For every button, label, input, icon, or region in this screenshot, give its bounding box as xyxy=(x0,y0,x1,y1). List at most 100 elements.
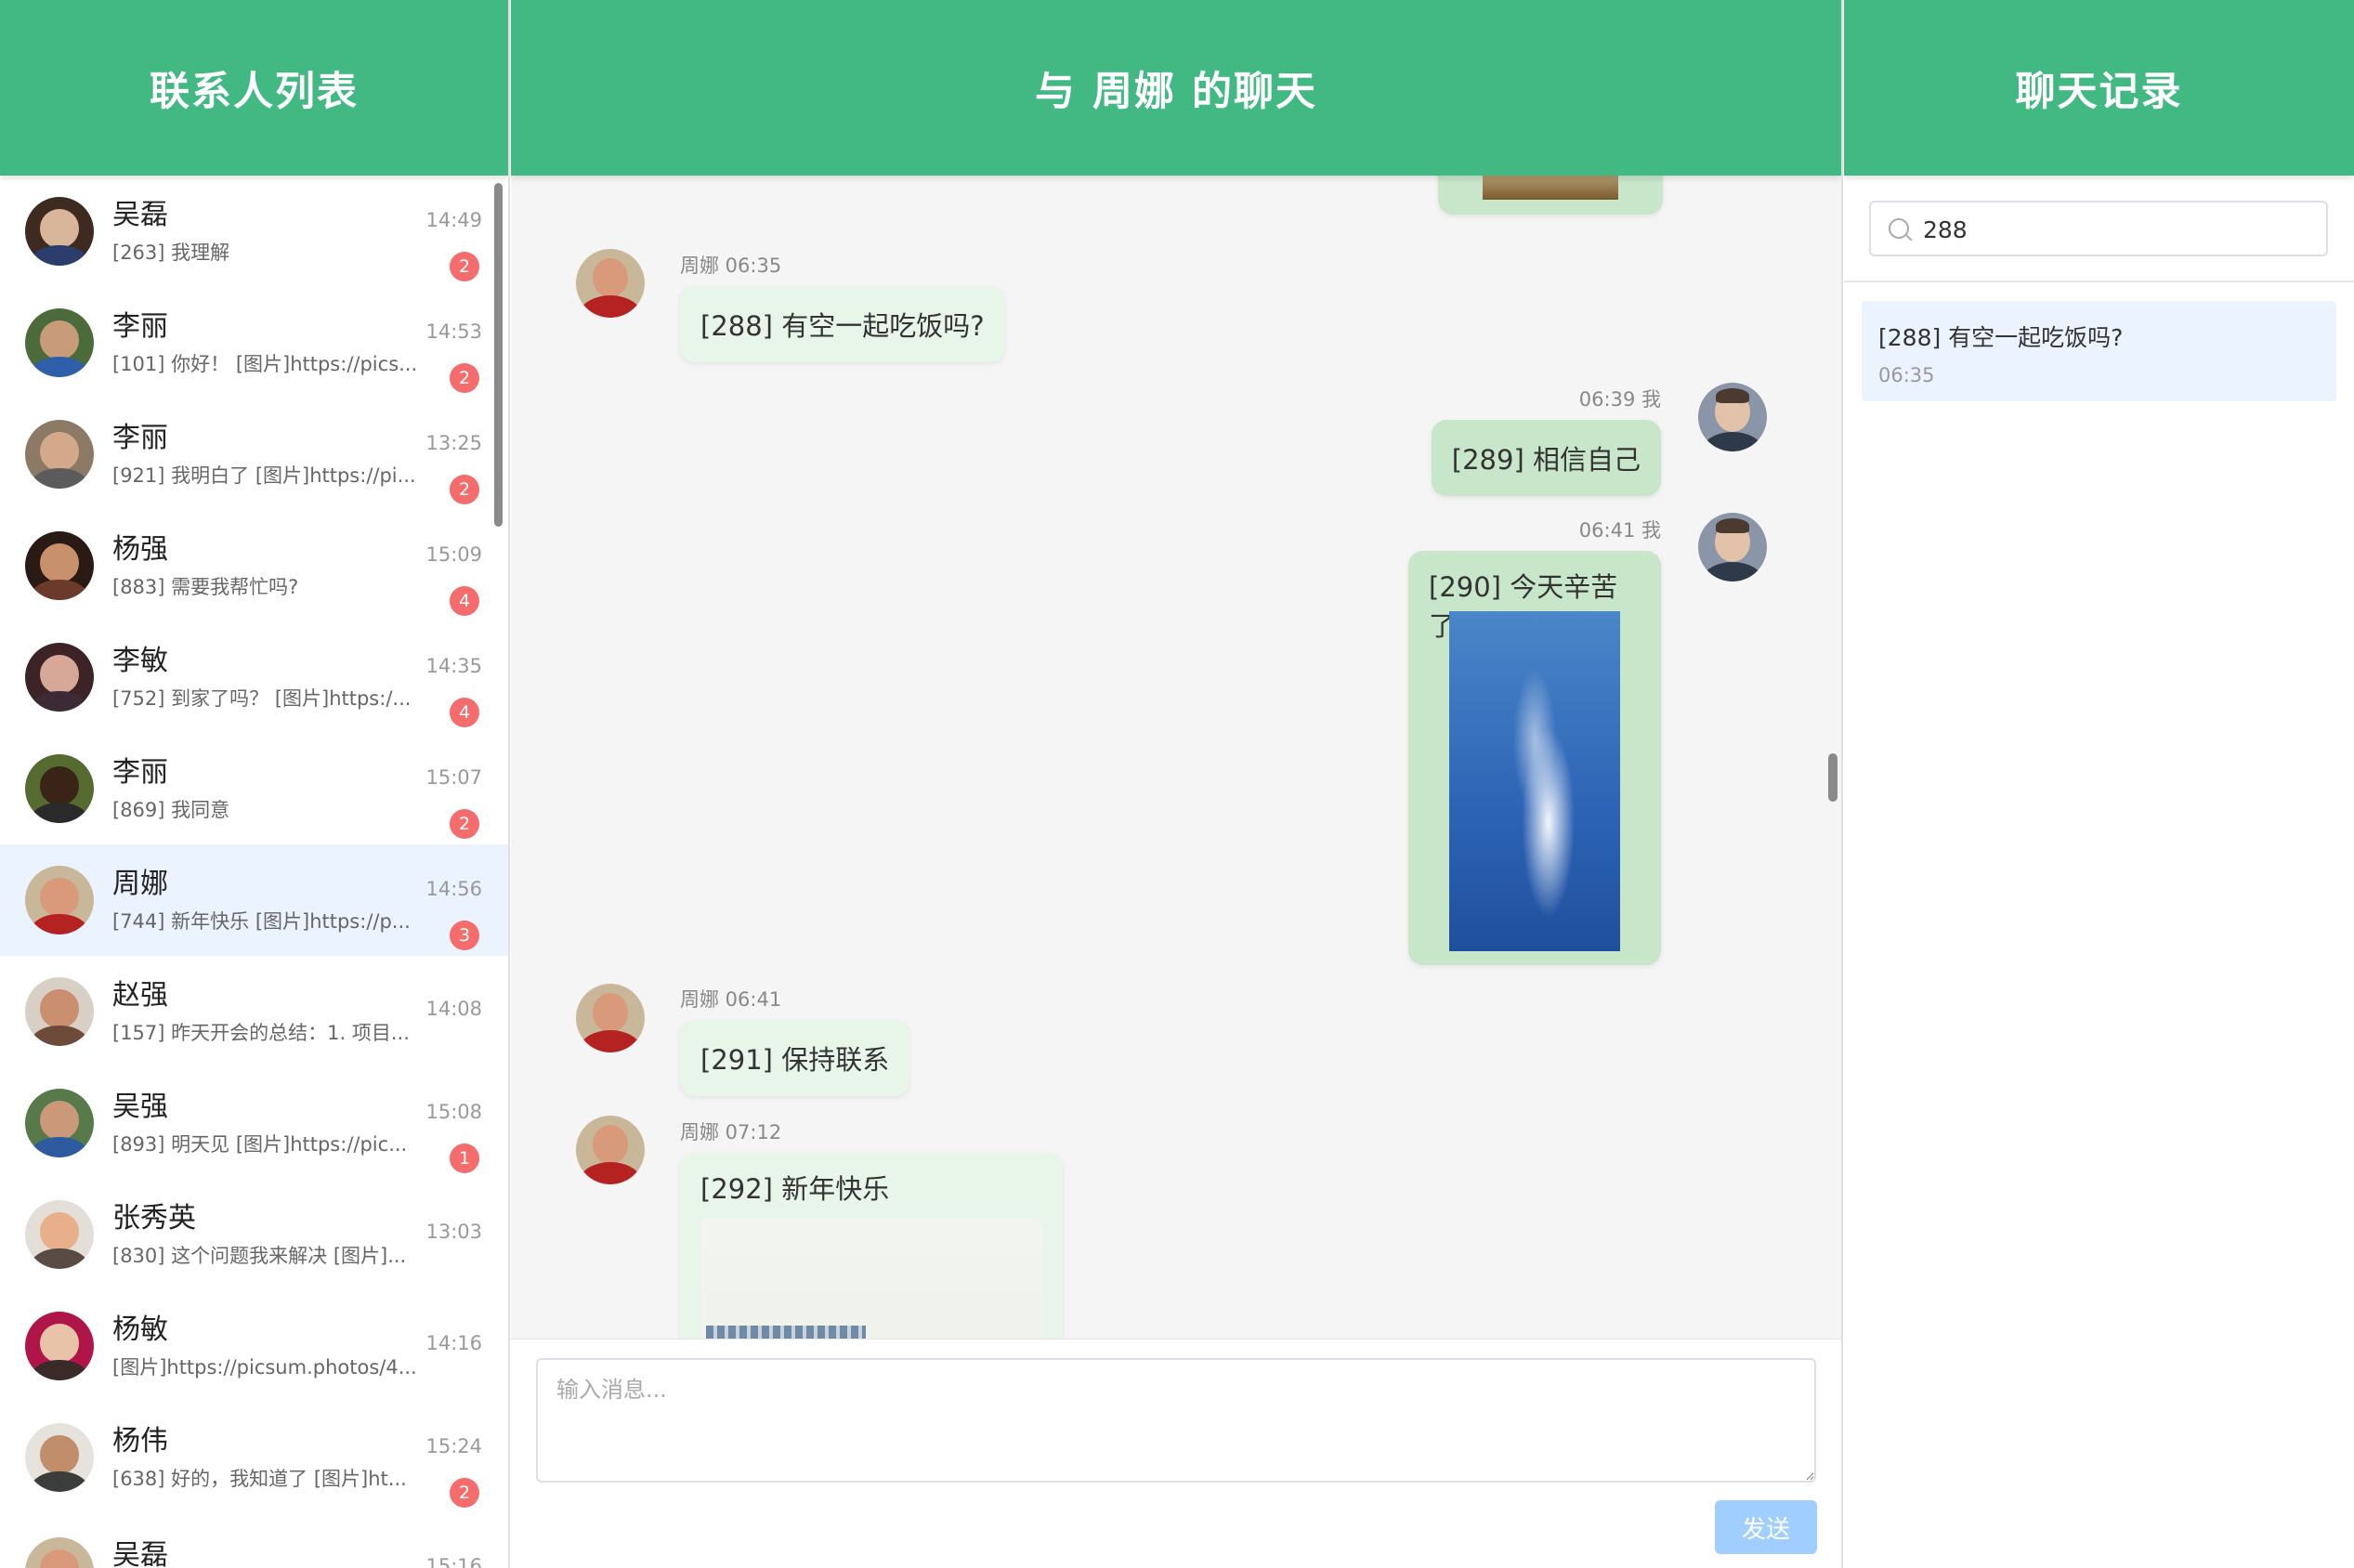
message-288: 周娜 06:35 [288] 有空一起吃饭吗? xyxy=(680,251,1005,362)
contact-item[interactable]: 杨强 [883] 需要我帮忙吗? 15:09 4 xyxy=(0,510,508,621)
contact-item[interactable]: 李丽 [869] 我同意 15:07 2 xyxy=(0,733,508,844)
contact-item[interactable]: 李丽 [921] 我明白了 [图片]https://pi... 13:25 2 xyxy=(0,399,508,510)
contact-avatar xyxy=(25,866,94,934)
contact-item[interactable]: 张秀英 [830] 这个问题我来解决 [图片]... 13:03 xyxy=(0,1179,508,1290)
contact-time: 14:56 xyxy=(425,878,482,900)
message-291: 周娜 06:41 [291] 保持联系 xyxy=(680,985,910,1096)
avatar-face xyxy=(40,209,79,248)
contact-item[interactable]: 吴强 [893] 明天见 [图片]https://pic... 15:08 1 xyxy=(0,1067,508,1179)
contact-avatar xyxy=(25,308,94,377)
contact-item[interactable]: 周娜 [744] 新年快乐 [图片]https://p... 14:56 3 xyxy=(0,844,508,956)
avatar-face xyxy=(40,766,79,805)
contact-info: 杨强 [883] 需要我帮忙吗? xyxy=(112,531,419,600)
message-image[interactable] xyxy=(700,1218,1042,1339)
avatar-body xyxy=(29,467,90,489)
contact-item[interactable]: 吴磊 [263] 我理解 14:49 2 xyxy=(0,176,508,287)
avatar-body xyxy=(29,1470,90,1492)
history-search-input[interactable] xyxy=(1923,210,2313,249)
message-292: 周娜 07:12 [292] 新年快乐 xyxy=(680,1117,1063,1339)
contact-last-message: [638] 好的，我知道了 [图片]ht... xyxy=(112,1468,407,1490)
contact-info: 李丽 [101] 你好！ [图片]https://pics... xyxy=(112,308,419,377)
message-meta: 周娜 06:35 xyxy=(680,255,782,277)
contact-item[interactable]: 赵强 [157] 昨天开会的总结：1. 项目... 14:08 xyxy=(0,956,508,1067)
contact-info: 李丽 [869] 我同意 xyxy=(112,754,419,823)
message-bubble xyxy=(1438,176,1663,215)
contact-avatar xyxy=(25,531,94,600)
avatar-face xyxy=(40,1101,79,1140)
contact-list[interactable]: 吴磊 [263] 我理解 14:49 2 李丽 [101] 你好！ [图片]https:/… xyxy=(0,176,508,1568)
contact-item[interactable]: 李丽 [101] 你好！ [图片]https://pics... 14:53 2 xyxy=(0,287,508,399)
send-button[interactable]: 发送 xyxy=(1715,1500,1817,1554)
avatar-face xyxy=(40,432,79,471)
search-result-time: 06:35 xyxy=(1878,364,1935,386)
contact-name: 李丽 xyxy=(112,310,168,343)
contact-item[interactable]: 李敏 [752] 到家了吗？ [图片]https:/... 14:35 4 xyxy=(0,621,508,733)
contact-avatar xyxy=(25,1200,94,1269)
contact-time: 14:49 xyxy=(425,209,482,231)
message-meta: 06:39 我 xyxy=(1578,388,1661,411)
contact-list-header: 联系人列表 xyxy=(0,0,508,176)
message-bubble: [292] 新年快乐 xyxy=(680,1153,1063,1339)
contact-item[interactable]: 杨敏 [图片]https://picsum.photos/4... 14:16 xyxy=(0,1290,508,1402)
avatar-body xyxy=(29,1359,90,1380)
my-avatar[interactable] xyxy=(1698,513,1767,581)
contact-name: 张秀英 xyxy=(112,1202,196,1235)
contact-avatar xyxy=(25,1423,94,1492)
avatar-body xyxy=(29,1025,90,1046)
contact-time: 15:16 xyxy=(425,1555,482,1568)
zhouna-avatar[interactable] xyxy=(576,249,645,318)
unread-badge: 4 xyxy=(450,698,479,727)
contact-info: 吴磊 [263] 我理解 xyxy=(112,197,419,266)
message-bubble: [290] 今天辛苦了 xyxy=(1408,551,1661,965)
avatar-face xyxy=(40,1549,79,1568)
contact-info: 杨敏 [图片]https://picsum.photos/4... xyxy=(112,1312,419,1380)
avatar-body xyxy=(29,244,90,266)
search-result-item[interactable]: [288] 有空一起吃饭吗? 06:35 xyxy=(1862,301,2336,401)
avatar-body xyxy=(29,802,90,823)
contact-avatar xyxy=(25,1089,94,1157)
search-result-text: [288] 有空一起吃饭吗? xyxy=(1878,324,2124,351)
message-image[interactable] xyxy=(1449,611,1620,951)
contact-last-message: [921] 我明白了 [图片]https://pi... xyxy=(112,464,416,487)
message-bubble[interactable]: [291] 保持联系 xyxy=(680,1020,910,1096)
contact-list-scrollbar[interactable] xyxy=(494,183,503,527)
message-text: [292] 新年快乐 xyxy=(700,1173,890,1205)
my-avatar[interactable] xyxy=(1698,383,1767,451)
contact-avatar xyxy=(25,643,94,712)
history-search-box[interactable] xyxy=(1869,201,2328,256)
history-panel: 聊天记录 [288] 有空一起吃饭吗? 06:35 xyxy=(1844,0,2354,1568)
contact-time: 14:16 xyxy=(425,1332,482,1354)
message-290: 06:41 我 [290] 今天辛苦了 xyxy=(1408,516,1661,965)
contact-name: 杨敏 xyxy=(112,1313,168,1346)
contact-info: 吴强 [893] 明天见 [图片]https://pic... xyxy=(112,1089,419,1157)
contact-info: 张秀英 [830] 这个问题我来解决 [图片]... xyxy=(112,1200,419,1269)
contact-item[interactable]: 杨伟 [638] 好的，我知道了 [图片]ht... 15:24 2 xyxy=(0,1402,508,1513)
avatar-face xyxy=(40,1212,79,1251)
zhouna-avatar[interactable] xyxy=(576,984,645,1052)
message-input[interactable] xyxy=(536,1358,1816,1483)
message-bubble[interactable]: [289] 相信自己 xyxy=(1431,420,1661,496)
message-list[interactable]: 周娜 06:35 [288] 有空一起吃饭吗? 06:39 我 [289] 相信… xyxy=(511,176,1841,1339)
contact-last-message: [263] 我理解 xyxy=(112,242,230,264)
chat-scrollbar[interactable] xyxy=(1828,753,1837,802)
contact-panel: 联系人列表 吴磊 [263] 我理解 14:49 2 李丽 [101] 你好！ [图片]h… xyxy=(0,0,510,1568)
contact-time: 15:24 xyxy=(425,1435,482,1457)
avatar-face xyxy=(40,655,79,694)
contact-last-message: [883] 需要我帮忙吗? xyxy=(112,576,299,598)
zhouna-avatar[interactable] xyxy=(576,1116,645,1184)
contact-last-message: [图片]https://picsum.photos/4... xyxy=(112,1356,417,1379)
message-image[interactable] xyxy=(1483,176,1618,200)
contact-time: 15:09 xyxy=(425,543,482,566)
message-bubble[interactable]: [288] 有空一起吃饭吗? xyxy=(680,286,1005,362)
contact-name: 周娜 xyxy=(112,868,168,900)
chat-header: 与 周娜 的聊天 xyxy=(511,0,1841,176)
avatar-body xyxy=(29,1248,90,1269)
contact-time: 14:35 xyxy=(425,655,482,677)
contact-time: 14:08 xyxy=(425,998,482,1020)
contact-last-message: [101] 你好！ [图片]https://pics... xyxy=(112,353,418,375)
avatar-face xyxy=(40,989,79,1028)
contact-last-message: [830] 这个问题我来解决 [图片]... xyxy=(112,1245,407,1267)
avatar-face xyxy=(40,878,79,917)
unread-badge: 2 xyxy=(450,252,479,281)
contact-item[interactable]: 吴磊 15:16 xyxy=(0,1513,508,1568)
